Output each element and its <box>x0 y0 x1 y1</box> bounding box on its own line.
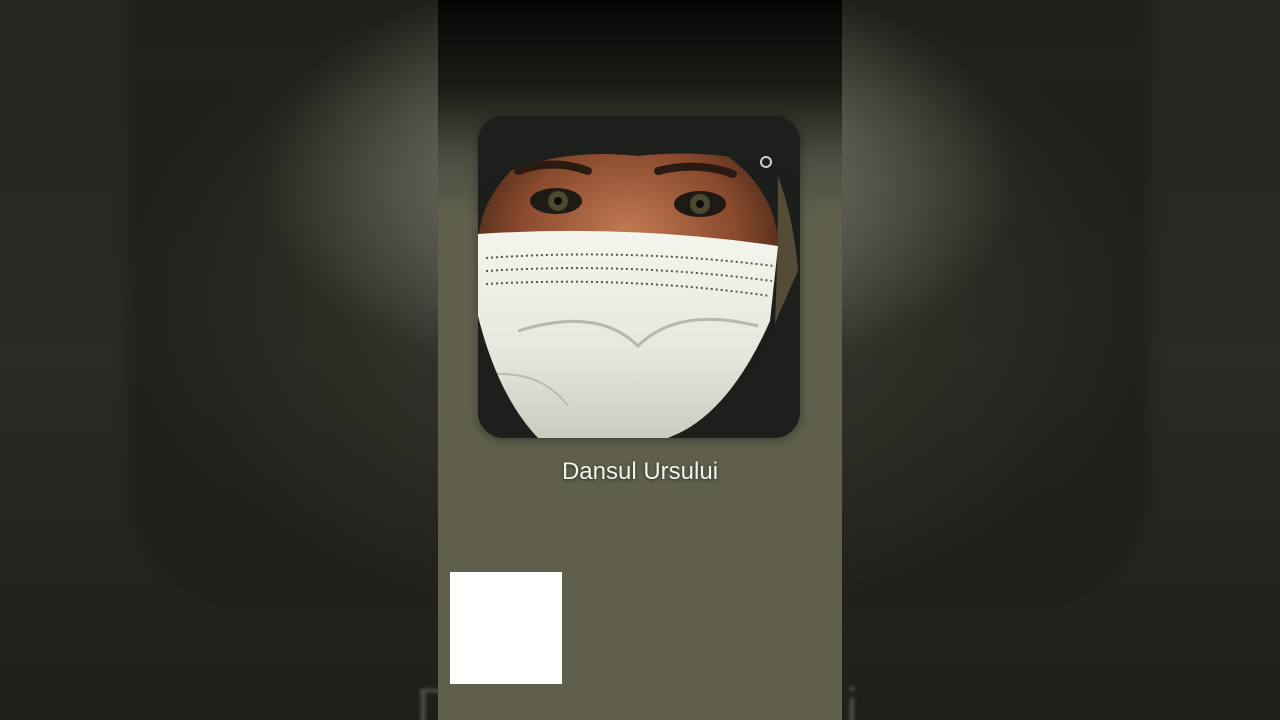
track-title: Dansul Ursului <box>561 458 719 485</box>
placeholder-square <box>450 572 562 684</box>
masked-face-image <box>478 116 800 438</box>
player-panel: Dansul Ursului <box>438 0 842 720</box>
album-cover[interactable] <box>478 116 800 438</box>
